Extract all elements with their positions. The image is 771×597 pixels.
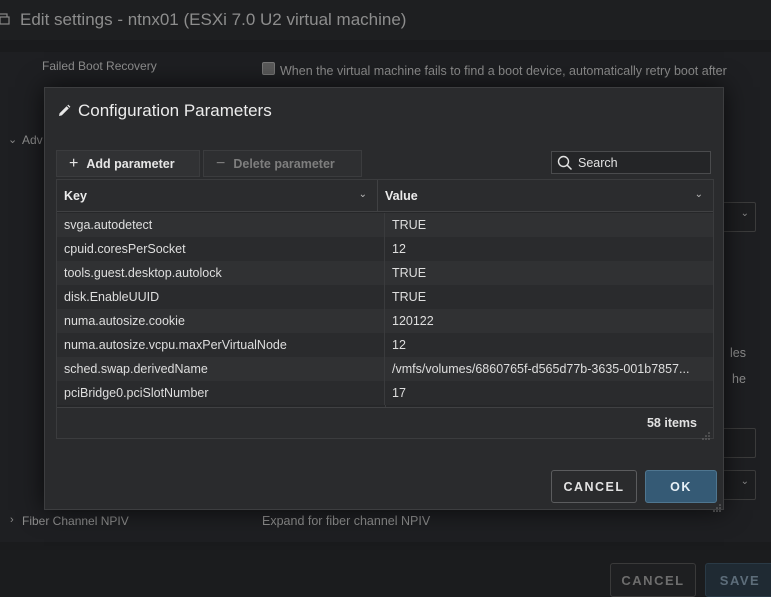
partial-text: he [732,372,746,386]
window-title: Edit settings - ntnx01 (ESXi 7.0 U2 virt… [20,10,407,29]
dialog-resize-grip-icon[interactable] [713,499,721,512]
column-header-value-label: Value [385,189,418,203]
chevron-down-icon[interactable]: ⌄ [695,189,703,200]
window-header: Edit settings - ntnx01 (ESXi 7.0 U2 virt… [0,0,771,40]
column-header-value[interactable]: Value ⌄ [378,180,713,212]
key-cell: sched.swap.derivedName [57,357,385,381]
background-save-button[interactable]: SAVE [705,563,771,597]
chevron-down-icon[interactable]: ⌄ [359,189,367,200]
grid-body: svga.autodetect TRUE cpuid.coresPerSocke… [57,213,713,407]
chevron-down-icon[interactable]: ⌄ [8,133,17,146]
failed-boot-text: When the virtual machine fails to find a… [280,64,727,78]
value-cell: 120122 [392,314,434,328]
column-header-key[interactable]: Key ⌄ [57,180,378,212]
value-cell: 12 [392,242,406,256]
chevron-down-icon: ⌄ [740,208,749,219]
chevron-down-icon: ⌄ [740,476,749,487]
minus-icon: − [216,154,226,172]
plus-icon: + [69,154,79,172]
key-cell: numa.autosize.vcpu.maxPerVirtualNode [57,333,385,357]
ok-button[interactable]: OK [645,470,717,503]
dialog-title: Configuration Parameters [78,101,272,120]
search-box [551,151,711,174]
key-cell: tools.guest.desktop.autolock [57,261,385,285]
background-select[interactable]: ⌄ [720,202,756,232]
fiber-channel-text: Expand for fiber channel NPIV [262,514,431,528]
grid-toolbar: + Add parameter − Delete parameter [56,150,365,177]
advanced-label[interactable]: Adv [22,133,43,147]
key-cell: disk.EnableUUID [57,285,385,309]
table-row[interactable]: pciBridge0.pciSlotNumber 17 [57,381,713,405]
pencil-icon [57,104,71,118]
table-row[interactable]: svga.autodetect TRUE [57,213,713,237]
value-cell: 12 [392,338,406,352]
column-header-key-label: Key [64,189,87,203]
failed-boot-checkbox[interactable] [262,62,275,75]
vm-icon [0,12,12,28]
value-cell: 17 [392,386,406,400]
resize-grip-icon[interactable] [702,427,710,440]
configuration-parameters-dialog: Configuration Parameters + Add parameter… [44,87,724,512]
key-cell: cpuid.coresPerSocket [57,237,385,261]
value-cell: TRUE [392,218,427,232]
cancel-button[interactable]: CANCEL [551,470,637,503]
table-row[interactable]: disk.EnableUUID TRUE [57,285,713,309]
value-cell: /vmfs/volumes/6860765f-d565d77b-3635-001… [392,362,690,376]
key-cell: svga.autodetect [57,213,385,237]
search-input[interactable] [578,155,708,170]
grid-footer: 58 items [57,407,713,440]
key-cell: pciBridge0.pciSlotNumber [57,381,385,405]
delete-parameter-button[interactable]: − Delete parameter [203,150,362,177]
grid-header: Key ⌄ Value ⌄ [57,180,713,212]
add-parameter-label: Add parameter [86,156,175,171]
background-select[interactable]: ⌄ [720,470,756,500]
table-row[interactable]: numa.autosize.vcpu.maxPerVirtualNode 12 [57,333,713,357]
delete-parameter-label: Delete parameter [233,156,335,171]
table-row[interactable]: tools.guest.desktop.autolock TRUE [57,261,713,285]
parameters-grid: Key ⌄ Value ⌄ svga.autodetect TRUE cpuid… [56,179,714,440]
add-parameter-button[interactable]: + Add parameter [56,150,200,177]
value-cell: TRUE [392,290,427,304]
chevron-right-icon[interactable]: › [10,514,14,526]
background-field[interactable] [720,428,756,458]
search-icon [557,155,573,171]
table-row[interactable]: cpuid.coresPerSocket 12 [57,237,713,261]
failed-boot-label: Failed Boot Recovery [42,59,157,73]
partial-text: les [730,346,746,360]
fiber-channel-label[interactable]: Fiber Channel NPIV [22,514,129,528]
item-count: 58 items [646,416,697,430]
key-cell: numa.autosize.cookie [57,309,385,333]
table-row[interactable]: numa.autosize.cookie 120122 [57,309,713,333]
table-row[interactable]: sched.swap.derivedName /vmfs/volumes/686… [57,357,713,381]
background-cancel-button[interactable]: CANCEL [610,563,696,597]
dialog-header: Configuration Parameters [57,101,272,121]
value-cell: TRUE [392,266,427,280]
